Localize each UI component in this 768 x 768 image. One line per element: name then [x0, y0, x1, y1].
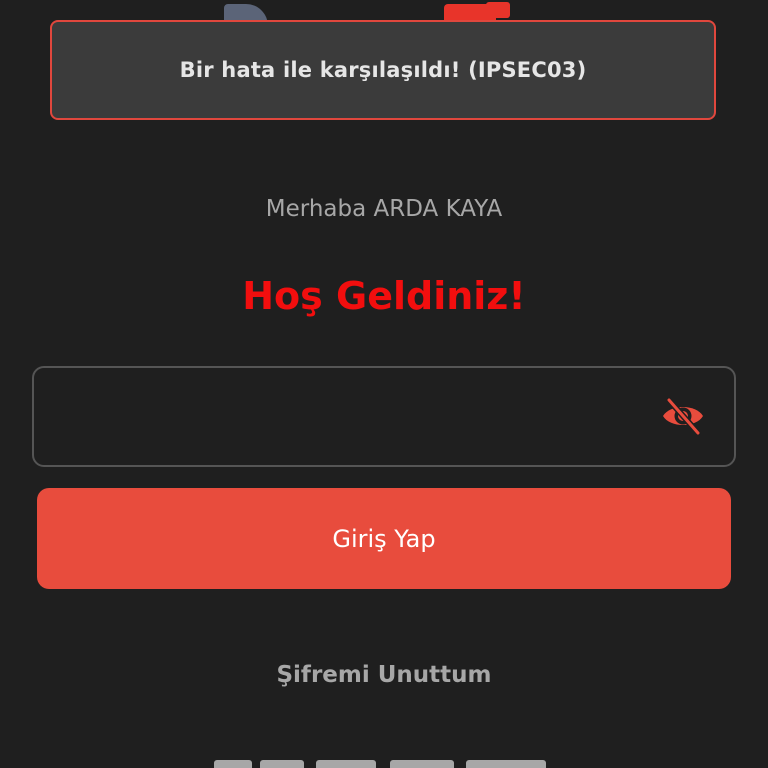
welcome-title: Hoş Geldiniz! [242, 274, 526, 318]
login-screen: Bir hata ile karşılaşıldı! (IPSEC03) Mer… [0, 0, 768, 768]
error-toast-message: Bir hata ile karşılaşıldı! (IPSEC03) [179, 58, 587, 82]
eye-off-icon [663, 397, 703, 435]
password-field[interactable] [32, 366, 736, 467]
forgot-password-link[interactable]: Şifremi Unuttum [0, 662, 768, 688]
logo-dot-shape [486, 2, 510, 18]
alternate-login-link-partial[interactable] [0, 752, 768, 768]
password-visibility-toggle[interactable] [660, 396, 706, 436]
error-toast: Bir hata ile karşılaşıldı! (IPSEC03) [50, 20, 716, 120]
password-input[interactable] [50, 368, 654, 467]
login-button[interactable]: Giriş Yap [37, 488, 731, 589]
greeting-text: Merhaba ARDA KAYA [265, 196, 503, 222]
cut-off-link-text [214, 760, 546, 768]
